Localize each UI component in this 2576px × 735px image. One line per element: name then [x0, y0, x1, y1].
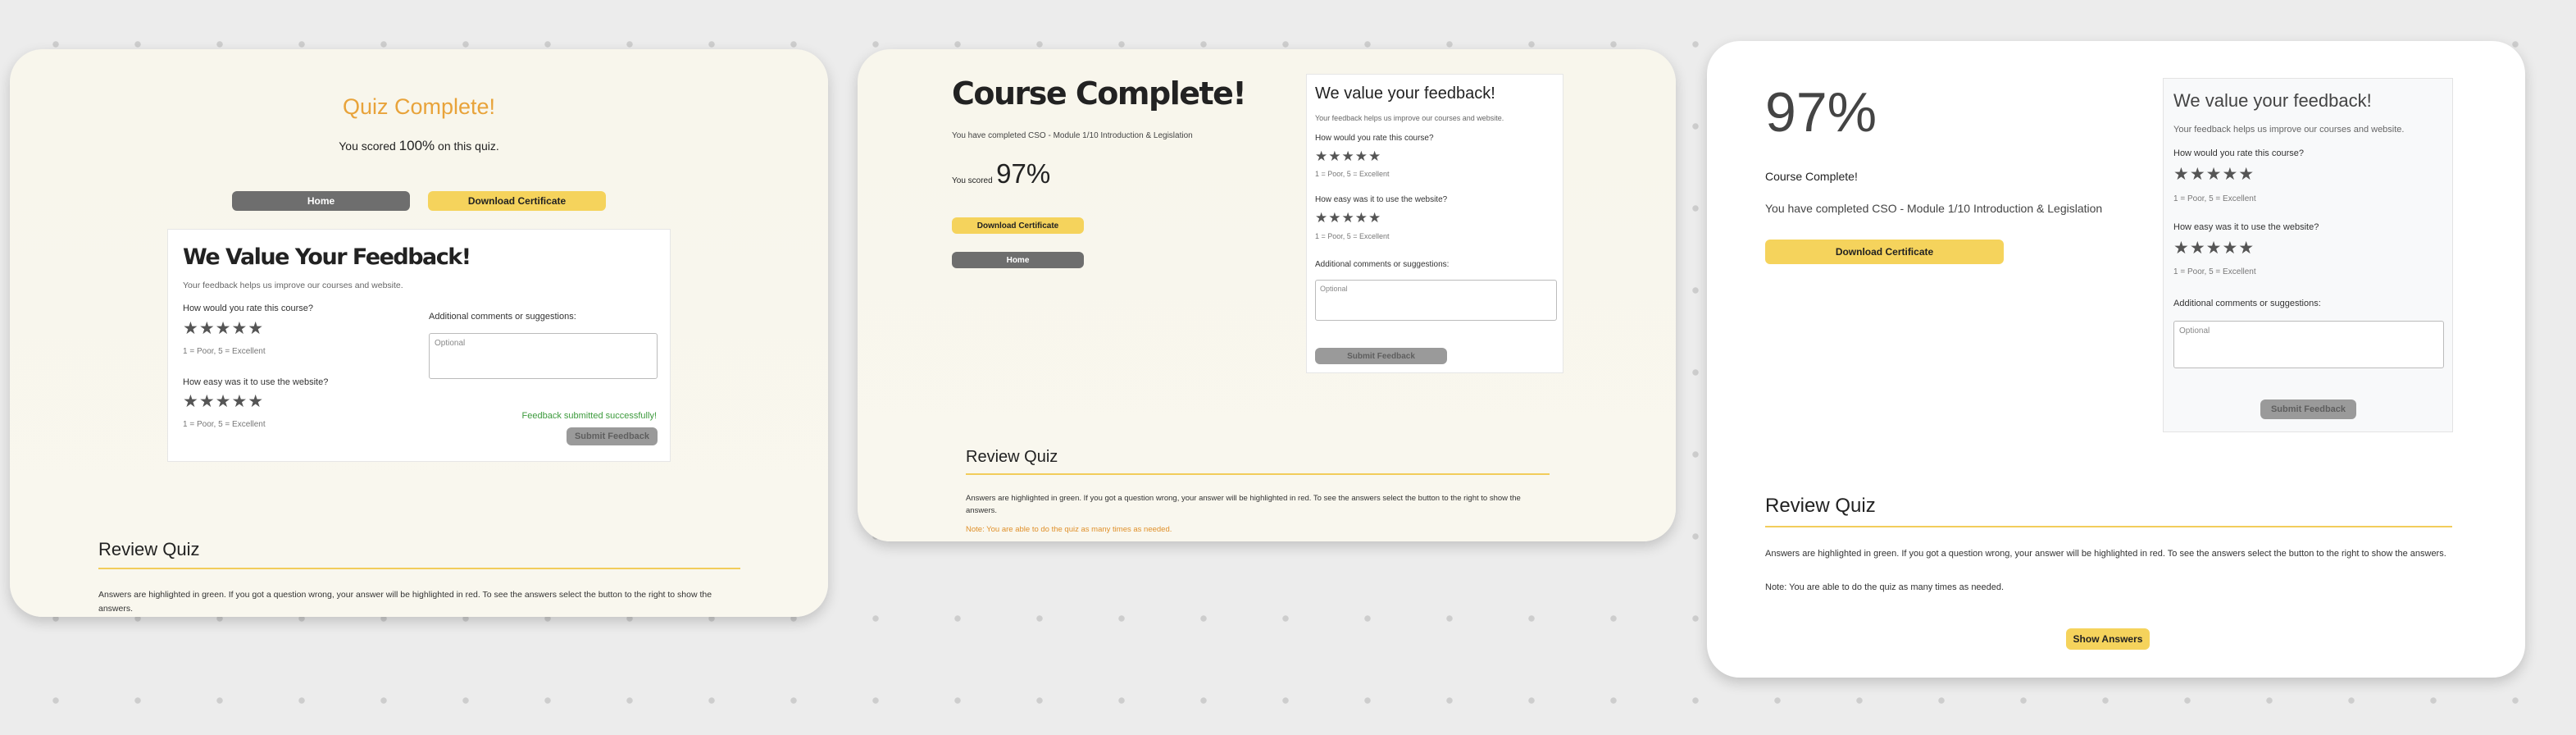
website-rating-label: How easy was it to use the website?	[1315, 195, 1448, 204]
home-button[interactable]: Home	[952, 252, 1084, 268]
feedback-card: We Value Your Feedback! Your feedback he…	[167, 229, 671, 462]
comments-input[interactable]	[429, 333, 658, 379]
website-rating-scale: 1 = Poor, 5 = Excellent	[1315, 232, 1390, 240]
comments-input[interactable]	[2173, 321, 2444, 368]
course-rating-stars[interactable]: ★★★★★	[1315, 148, 1381, 165]
completed-module-text: You have completed CSO - Module 1/10 Int…	[1765, 202, 2103, 215]
review-instructions: Answers are highlighted in green. If you…	[966, 494, 1521, 515]
home-button[interactable]: Home	[232, 191, 410, 211]
retake-note: Note: You are able to do the quiz as man…	[966, 525, 1172, 534]
page-title: Quiz Complete!	[342, 94, 496, 119]
review-quiz-title: Review Quiz	[1765, 495, 1876, 517]
download-certificate-button[interactable]: Download Certificate	[428, 191, 606, 211]
download-certificate-button[interactable]: Download Certificate	[1765, 240, 2004, 264]
course-complete-label: Course Complete!	[1765, 170, 1858, 183]
website-rating-scale: 1 = Poor, 5 = Excellent	[2173, 267, 2256, 276]
course-rating-scale: 1 = Poor, 5 = Excellent	[183, 347, 266, 356]
quiz-complete-panel: Quiz Complete! You scored 100% on this q…	[10, 49, 828, 617]
review-instructions: Answers are highlighted in green. If you…	[98, 590, 712, 614]
course-result-panel: 97% Course Complete! You have completed …	[1707, 41, 2525, 678]
course-rating-label: How would you rate this course?	[2173, 148, 2304, 158]
score-value: 97%	[1765, 81, 1877, 144]
feedback-success-message: Feedback submitted successfully!	[521, 411, 657, 421]
feedback-title: We Value Your Feedback!	[183, 244, 471, 270]
website-rating-label: How easy was it to use the website?	[183, 377, 329, 387]
website-rating-stars[interactable]: ★★★★★	[183, 391, 264, 412]
comments-label: Additional comments or suggestions:	[429, 312, 576, 322]
submit-feedback-button[interactable]: Submit Feedback	[1315, 348, 1447, 364]
feedback-card: We value your feedback! Your feedback he…	[2163, 78, 2453, 432]
score-value: 100%	[398, 138, 435, 153]
score-value: 97%	[996, 158, 1051, 189]
comments-label: Additional comments or suggestions:	[2173, 299, 2321, 308]
feedback-card: We value your feedback! Your feedback he…	[1306, 74, 1563, 373]
score-line: You scored 97%	[952, 158, 1050, 189]
review-divider	[966, 473, 1550, 475]
website-rating-scale: 1 = Poor, 5 = Excellent	[183, 420, 266, 429]
course-rating-scale: 1 = Poor, 5 = Excellent	[1315, 170, 1390, 178]
feedback-title: We value your feedback!	[2173, 90, 2372, 111]
review-instructions: Answers are highlighted in green. If you…	[1765, 549, 2446, 559]
score-suffix: on this quiz.	[438, 139, 499, 153]
comments-label: Additional comments or suggestions:	[1315, 260, 1450, 269]
retake-note: Note: You are able to do the quiz as man…	[1765, 582, 2005, 592]
score-prefix: You scored	[952, 176, 993, 185]
completed-module-text: You have completed CSO - Module 1/10 Int…	[952, 131, 1193, 140]
course-complete-panel: Course Complete! You have completed CSO …	[858, 49, 1676, 541]
course-rating-stars[interactable]: ★★★★★	[2173, 164, 2255, 185]
submit-feedback-button[interactable]: Submit Feedback	[567, 427, 658, 445]
website-rating-stars[interactable]: ★★★★★	[1315, 210, 1381, 226]
course-rating-label: How would you rate this course?	[183, 304, 313, 313]
feedback-subtitle: Your feedback helps us improve our cours…	[1315, 114, 1504, 122]
review-divider	[1765, 526, 2452, 527]
comments-input[interactable]	[1315, 280, 1557, 321]
submit-feedback-button[interactable]: Submit Feedback	[2260, 399, 2356, 419]
review-divider	[98, 568, 740, 569]
review-quiz-title: Review Quiz	[98, 539, 200, 559]
score-line: You scored 100% on this quiz.	[10, 138, 828, 154]
feedback-title: We value your feedback!	[1315, 84, 1495, 103]
course-rating-stars[interactable]: ★★★★★	[183, 318, 264, 339]
show-answers-button[interactable]: Show Answers	[2066, 628, 2150, 650]
feedback-subtitle: Your feedback helps us improve our cours…	[2173, 125, 2405, 135]
course-complete-title: Course Complete!	[952, 75, 1247, 112]
course-rating-label: How would you rate this course?	[1315, 134, 1434, 143]
score-prefix: You scored	[339, 139, 396, 153]
feedback-subtitle: Your feedback helps us improve our cours…	[183, 281, 403, 290]
review-quiz-title: Review Quiz	[966, 448, 1058, 466]
website-rating-label: How easy was it to use the website?	[2173, 222, 2319, 232]
website-rating-stars[interactable]: ★★★★★	[2173, 238, 2255, 258]
course-rating-scale: 1 = Poor, 5 = Excellent	[2173, 194, 2256, 203]
download-certificate-button[interactable]: Download Certificate	[952, 217, 1084, 234]
